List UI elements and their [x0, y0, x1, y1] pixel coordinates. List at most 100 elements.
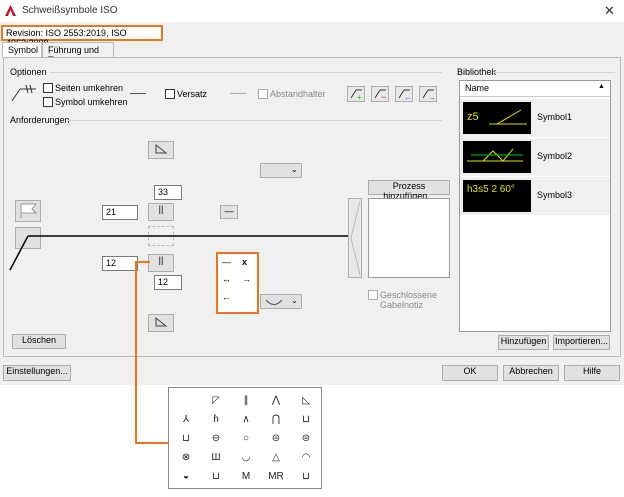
closed-fork-note-checkbox[interactable] — [368, 290, 378, 300]
u-butt-icon[interactable]: ∧ — [233, 411, 259, 428]
sort-ascending-icon: ▲ — [598, 83, 605, 90]
requirements-group-label: Anforderungen — [10, 115, 70, 125]
line-icon — [130, 93, 146, 94]
svg-text:+: + — [357, 93, 362, 101]
divider — [50, 72, 442, 73]
callout-connector — [135, 261, 168, 444]
move-right-blue-icon[interactable]: → — [419, 86, 437, 102]
j-butt-icon[interactable]: ⋂ — [263, 411, 289, 428]
remove-field-red-icon[interactable]: − — [371, 86, 389, 102]
spot-icon[interactable]: ○ — [233, 430, 259, 447]
svg-text:−: − — [381, 92, 386, 101]
library-item[interactable]: h3s5 2 60° Symbol3 — [460, 177, 610, 215]
square-butt-icon[interactable]: ∥ — [233, 392, 259, 409]
flare-icon[interactable]: △ — [263, 449, 289, 466]
flip-sides-checkbox[interactable] — [43, 83, 53, 93]
parallel-icon: || — [158, 204, 164, 214]
library-column-header[interactable]: Name ▲ — [460, 81, 610, 97]
offset-checkbox[interactable] — [165, 89, 175, 99]
weld-arrow-icon — [11, 84, 36, 102]
bevel-symbol-icon[interactable]: ◸ — [203, 392, 229, 409]
spacer-checkbox[interactable] — [258, 89, 268, 99]
flip-symbol-checkbox[interactable] — [43, 97, 53, 107]
options-group-label: Optionen — [10, 67, 47, 77]
tail-button[interactable] — [348, 198, 362, 278]
add-field-green-icon[interactable]: + — [347, 86, 365, 102]
library-list[interactable]: Name ▲ z5 Symbol1 Symbol2 h3s5 2 60° Sym… — [459, 80, 611, 332]
flip-symbol-label: Symbol umkehren — [55, 97, 128, 107]
blank-symbol-icon[interactable] — [173, 392, 199, 409]
svg-text:→: → — [428, 93, 436, 101]
symbol-thumbnail: z5 — [463, 102, 531, 134]
fillet-icon[interactable]: ⊔ — [173, 430, 199, 447]
revision-label: Revision: ISO 2553:2019, ISO 4063:2009 — [1, 25, 163, 48]
spacer-icon[interactable]: ⊔ — [293, 468, 319, 485]
seam-alt-icon[interactable]: ⊜ — [293, 430, 319, 447]
spacer-label: Abstandhalter — [270, 89, 326, 99]
closed-fork-note-label: Geschlossene Gabelnotiz — [380, 290, 438, 310]
remove-icon[interactable]: x — [242, 257, 247, 267]
weld-symbol-upper-button[interactable]: || — [148, 203, 174, 221]
concave-icon — [265, 299, 283, 305]
flip-sides-label: Seiten umkehren — [55, 83, 124, 93]
library-item[interactable]: Symbol2 — [460, 138, 610, 176]
weld-symbol-picker: ◸ ∥ ⋀ ◺ ⅄ ɦ ∧ ⋂ ⊔ ⊔ ⊖ ○ ⊜ ⊜ ⊗ Ш ◡ △ ◠ ◒ … — [168, 387, 322, 489]
process-list[interactable] — [368, 198, 450, 278]
half-v-icon[interactable]: ◺ — [293, 392, 319, 409]
divider — [68, 120, 442, 121]
left-arrow-icon[interactable]: ← — [222, 292, 231, 302]
supplementary-symbol-button[interactable]: — — [220, 205, 238, 219]
backing-strip-icon[interactable]: ⊔ — [203, 468, 229, 485]
top-value-input[interactable]: 33 — [154, 185, 182, 200]
chevron-down-icon: ⌄ — [291, 296, 298, 305]
autocad-icon — [5, 5, 16, 16]
backing-icon[interactable]: ⊔ — [293, 411, 319, 428]
cancel-button[interactable]: Abbrechen — [503, 365, 559, 381]
library-group-label: Bibliothek — [457, 67, 497, 77]
name-column-label: Name — [465, 83, 490, 93]
close-icon[interactable]: ✕ — [604, 3, 615, 19]
divider — [493, 72, 615, 73]
back-weld-icon[interactable]: ◒ — [173, 468, 199, 485]
library-item[interactable]: z5 Symbol1 — [460, 99, 610, 137]
supplementary-symbols-popover: — x ↔ → ← — [216, 252, 259, 314]
stud-icon[interactable]: ⊗ — [173, 449, 199, 466]
settings-button[interactable]: Einstellungen... — [3, 365, 71, 381]
v-butt-icon[interactable]: ⋀ — [263, 392, 289, 409]
plug-icon[interactable]: ⊖ — [203, 430, 229, 447]
edge-icon[interactable]: Ш — [203, 449, 229, 466]
y-butt-icon[interactable]: ⅄ — [173, 411, 199, 428]
help-button[interactable]: Hilfe — [564, 365, 620, 381]
add-process-button[interactable]: Prozess hinzufügen... — [368, 180, 450, 201]
symbol-thumbnail: h3s5 2 60° — [463, 180, 531, 212]
flat-contour-icon: — — [224, 206, 234, 216]
tab-guidance-text[interactable]: Führung und Text — [42, 42, 114, 65]
dropdown-top[interactable]: ⌄ — [260, 163, 302, 178]
offset-label: Versatz — [177, 89, 208, 99]
right-arrow-icon[interactable]: → — [242, 274, 251, 284]
dropdown-bottom[interactable]: ⌄ — [260, 294, 302, 309]
symbol-thumbnail — [463, 141, 531, 173]
contour-symbol-top-button[interactable] — [148, 141, 174, 159]
reference-line — [9, 235, 351, 271]
move-left-blue-icon[interactable]: ← — [395, 86, 413, 102]
delete-button[interactable]: Löschen — [12, 334, 66, 349]
left-upper-value-input[interactable]: 21 — [102, 205, 138, 220]
title-bar: Schweißsymbole ISO ✕ — [0, 0, 624, 22]
permanent-backing-icon[interactable]: M — [233, 468, 259, 485]
both-arrows-icon[interactable]: ↔ — [222, 274, 231, 284]
import-button[interactable]: Importieren... — [553, 335, 610, 350]
removable-backing-icon[interactable]: MR — [263, 468, 289, 485]
ok-button[interactable]: OK — [442, 365, 498, 381]
surfacing-icon[interactable]: ◡ — [233, 449, 259, 466]
library-item-name: Symbol1 — [537, 112, 573, 122]
half-y-icon[interactable]: ɦ — [203, 411, 229, 428]
seam-icon[interactable]: ⊜ — [263, 430, 289, 447]
tab-symbol[interactable]: Symbol — [2, 42, 42, 58]
flat-contour-icon[interactable]: — — [222, 257, 231, 267]
add-to-library-button[interactable]: Hinzufügen — [498, 335, 549, 350]
overlay-icon[interactable]: ◠ — [293, 449, 319, 466]
library-item-name: Symbol2 — [537, 151, 573, 161]
dashed-line-icon — [230, 93, 246, 94]
flag-button[interactable] — [15, 200, 41, 222]
